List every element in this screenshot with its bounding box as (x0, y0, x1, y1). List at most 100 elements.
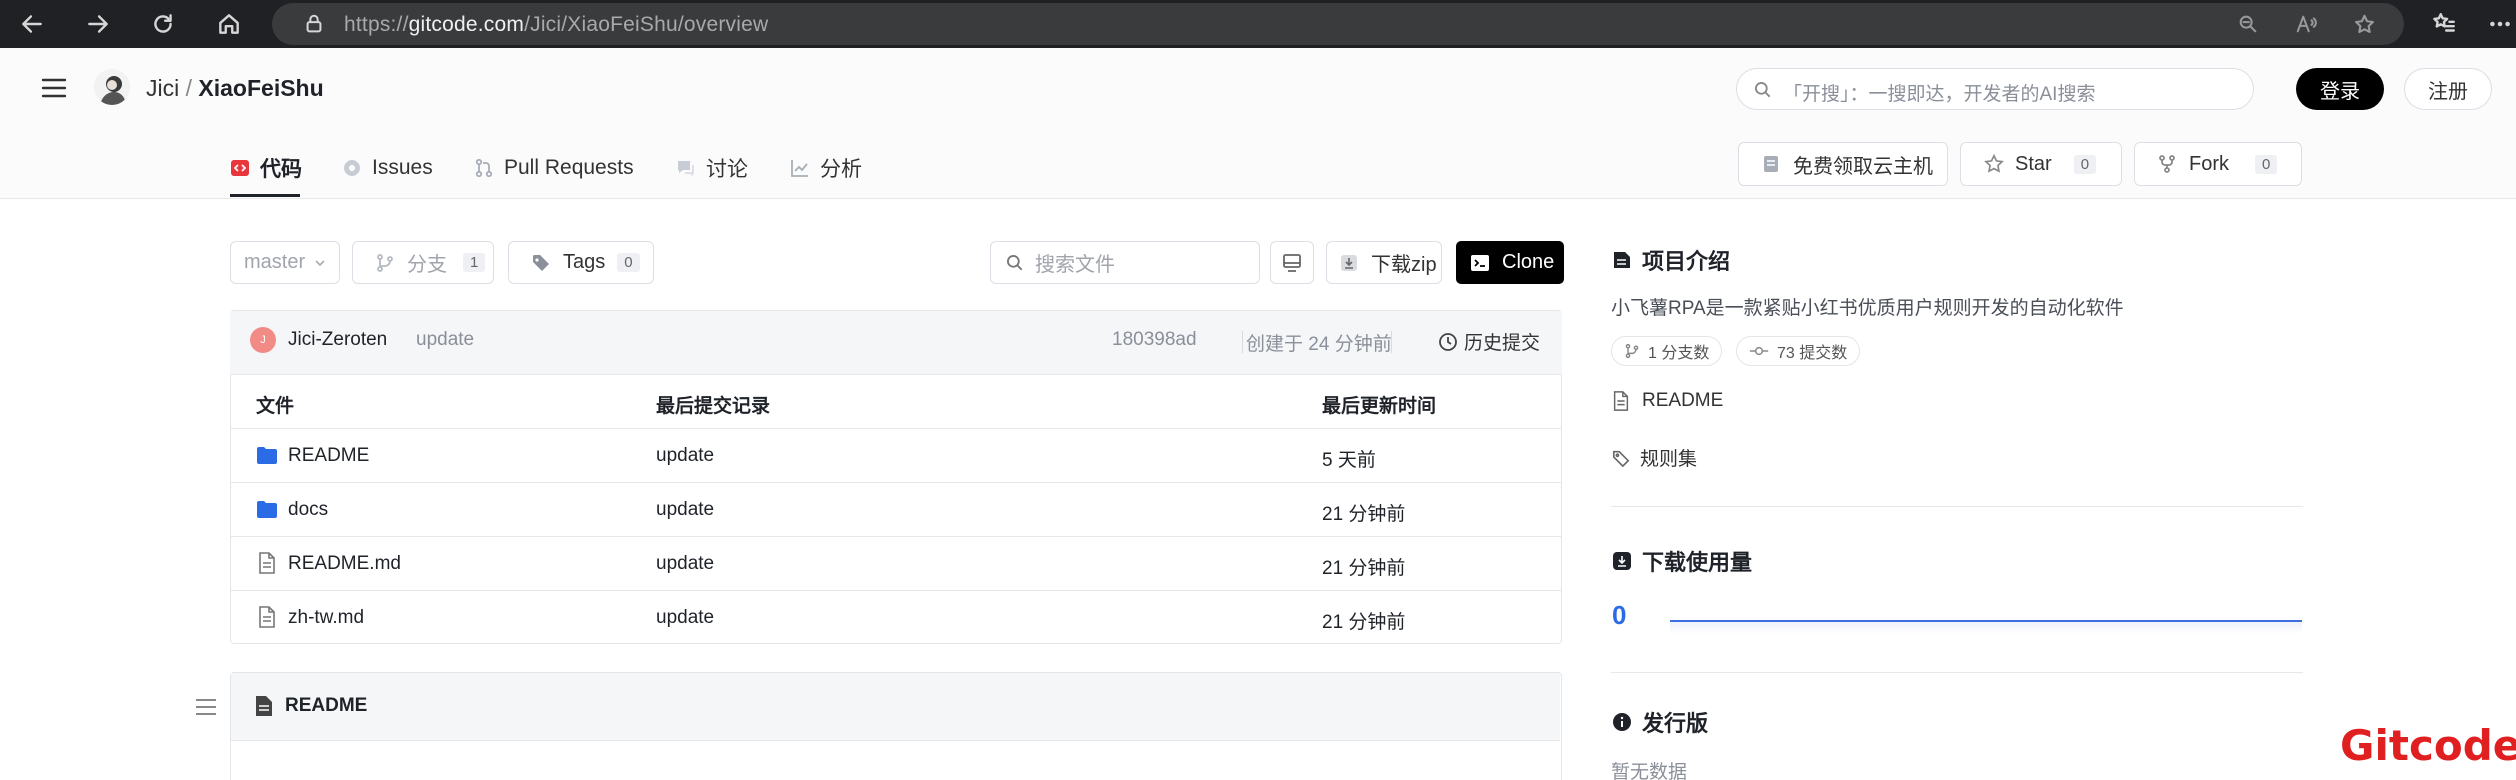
commit-count-label: 73 提交数 (1777, 345, 1848, 362)
tab-code[interactable]: 代码 (230, 150, 302, 186)
file-updated-time: 21 分钟前 (1322, 504, 1406, 525)
file-name[interactable]: README (288, 445, 369, 467)
toc-list-icon[interactable] (194, 697, 218, 722)
global-search-input[interactable]: 「开搜」：一搜即达，开发者的AI搜索 (1736, 68, 2254, 110)
file-commit-message[interactable]: update (656, 445, 714, 467)
register-button[interactable]: 注册 (2404, 68, 2492, 110)
branch-select[interactable]: master (230, 241, 340, 284)
tab-discussions-label: 讨论 (706, 158, 748, 181)
branch-select-value: master (244, 251, 306, 273)
table-row[interactable]: docs update 21 分钟前 (230, 483, 1562, 537)
downloads-sparkline-area (1670, 622, 2302, 634)
folder-icon (257, 501, 277, 518)
branch-count-chip[interactable]: 1 分支数 (1611, 336, 1723, 366)
hamburger-menu-icon[interactable] (40, 74, 68, 107)
tab-discussions[interactable]: 讨论 (676, 150, 748, 186)
more-menu-icon[interactable] (2482, 6, 2516, 42)
issues-icon (344, 160, 360, 176)
divider (1391, 331, 1392, 353)
commit-hash[interactable]: 180398ad (1112, 329, 1197, 351)
table-row[interactable]: README update 5 天前 (230, 429, 1562, 483)
download-zip-button[interactable]: 下载zip (1326, 241, 1442, 284)
file-name[interactable]: docs (288, 499, 328, 521)
download-icon (1613, 552, 1631, 570)
home-icon[interactable] (211, 6, 247, 42)
file-commit-message[interactable]: update (656, 499, 714, 521)
breadcrumb: Jici / XiaoFeiShu (146, 75, 324, 102)
document-icon (256, 696, 272, 716)
rules-link[interactable]: 规则集 (1612, 444, 1697, 471)
lock-icon[interactable] (296, 6, 332, 42)
address-bar[interactable]: https://gitcode.com/Jici/XiaoFeiShu/over… (272, 3, 2404, 45)
tab-issues[interactable]: Issues (342, 150, 433, 186)
info-icon (1613, 713, 1631, 731)
table-row[interactable]: README.md update 21 分钟前 (230, 537, 1562, 591)
file-updated-time: 5 天前 (1322, 450, 1376, 471)
commit-author[interactable]: Jici-Zeroten (288, 329, 387, 351)
commit-time: 创建于 24 分钟前 (1246, 334, 1392, 355)
star-button[interactable]: Star 0 (1960, 142, 2122, 186)
fork-button[interactable]: Fork 0 (2134, 142, 2302, 186)
star-count-badge: 0 (2073, 154, 2097, 174)
file-updated-time: 21 分钟前 (1322, 612, 1406, 633)
tags-label: Tags (563, 251, 606, 273)
favorites-list-icon[interactable] (2426, 6, 2462, 42)
favorite-star-icon[interactable] (2346, 6, 2382, 42)
repo-name-link[interactable]: XiaoFeiShu (198, 75, 323, 101)
global-search-placeholder: 「开搜」：一搜即达，开发者的AI搜索 (1783, 84, 2096, 105)
commit-author-avatar[interactable]: J (250, 327, 276, 353)
forward-icon[interactable] (80, 6, 116, 42)
site-header: Jici / XiaoFeiShu 「开搜」：一搜即达，开发者的AI搜索 登录 … (0, 48, 2516, 134)
browser-toolbar: https://gitcode.com/Jici/XiaoFeiShu/over… (0, 0, 2516, 48)
free-cloud-host-button[interactable]: 免费领取云主机 (1738, 142, 1948, 186)
table-row[interactable]: zh-tw.md update 21 分钟前 (230, 591, 1562, 644)
tab-pull-requests[interactable]: Pull Requests (474, 150, 634, 186)
fork-label: Fork (2189, 152, 2229, 175)
active-tab-underline (230, 194, 300, 197)
history-commits-link[interactable]: 历史提交 (1438, 328, 1540, 355)
clone-button[interactable]: Clone (1456, 241, 1564, 284)
commit-count-chip[interactable]: 73 提交数 (1736, 336, 1861, 366)
login-button[interactable]: 登录 (2296, 68, 2384, 110)
tab-analysis[interactable]: 分析 (790, 150, 862, 186)
clock-icon (1439, 332, 1457, 351)
tab-code-label: 代码 (260, 158, 302, 181)
divider (1242, 331, 1243, 353)
zoom-icon[interactable] (2230, 6, 2266, 42)
file-name[interactable]: zh-tw.md (288, 607, 364, 629)
owner-avatar[interactable] (94, 69, 130, 105)
code-icon (231, 160, 249, 176)
project-intro-title-text: 项目介绍 (1642, 249, 1731, 274)
readme-link[interactable]: README (1612, 390, 1723, 412)
url-text[interactable]: https://gitcode.com/Jici/XiaoFeiShu/over… (344, 13, 768, 37)
reload-icon[interactable] (145, 6, 181, 42)
book-icon (1614, 252, 1630, 268)
chevron-down-icon (315, 259, 325, 266)
downloads-count: 0 (1612, 600, 1627, 630)
web-ide-button[interactable] (1270, 241, 1314, 284)
file-search-input[interactable]: 搜索文件 (990, 241, 1260, 284)
url-path: /Jici/XiaoFeiShu/overview (524, 13, 769, 36)
releases-title-text: 发行版 (1642, 711, 1709, 736)
file-icon (259, 552, 275, 574)
file-icon (1613, 391, 1629, 411)
branch-icon (377, 253, 393, 272)
read-aloud-icon[interactable] (2288, 6, 2324, 42)
file-commit-message[interactable]: update (656, 607, 714, 629)
url-prefix: https:// (344, 13, 409, 36)
owner-link[interactable]: Jici (146, 75, 179, 101)
rules-link-label: 规则集 (1640, 449, 1698, 470)
terminal-icon (1471, 254, 1489, 271)
downloads-title: 下载使用量 (1612, 545, 1752, 577)
branches-button[interactable]: 分支 1 (352, 241, 494, 284)
tab-analysis-label: 分析 (820, 158, 862, 181)
file-table-header: 文件 最后提交记录 最后更新时间 (230, 375, 1562, 429)
commit-message[interactable]: update (416, 329, 474, 351)
tags-button[interactable]: Tags 0 (508, 241, 654, 284)
file-name[interactable]: README.md (288, 553, 401, 575)
tag-icon (1612, 450, 1630, 467)
back-icon[interactable] (14, 6, 50, 42)
file-commit-message[interactable]: update (656, 553, 714, 575)
fork-count-badge: 0 (2255, 154, 2278, 174)
tag-icon (533, 254, 549, 271)
